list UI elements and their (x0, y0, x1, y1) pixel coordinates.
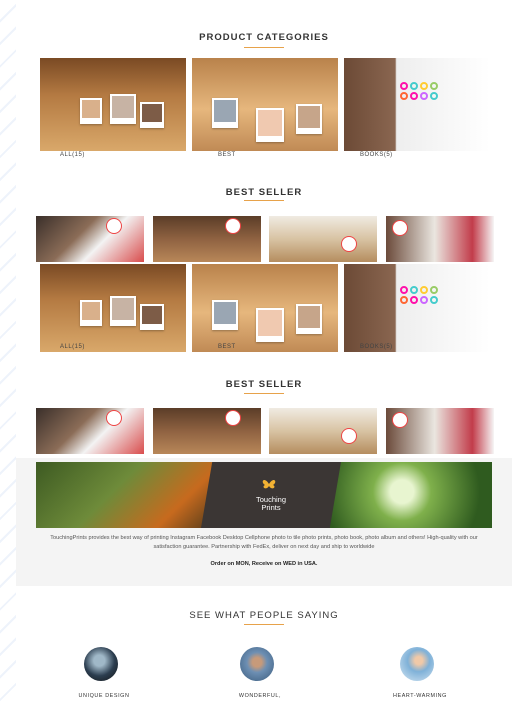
price-badge (225, 218, 241, 234)
product-tile-prints[interactable] (36, 408, 144, 454)
category-tile-all-repeat[interactable] (40, 264, 186, 352)
avatar (84, 647, 118, 681)
butterfly-logo-icon (262, 480, 276, 489)
price-badge (341, 428, 357, 444)
price-badge (106, 410, 122, 426)
category-label-all[interactable]: ALL(15) (60, 152, 85, 158)
price-badge (225, 410, 241, 426)
page-frame: PRODUCT CATEGORIES ALL(15) BEST BOOKS(5)… (0, 0, 512, 704)
categories-heading: PRODUCT CATEGORIES (199, 32, 329, 43)
heading-divider (244, 624, 284, 625)
product-tile-box[interactable] (153, 216, 261, 262)
best-seller-heading: BEST SELLER (225, 187, 303, 198)
testimonial-title: HEART-WARMING (393, 693, 447, 699)
avatar (240, 647, 274, 681)
category-tile-best[interactable] (192, 58, 338, 151)
donut-photos (400, 82, 438, 100)
testimonial-title: WONDERFUL, (238, 693, 282, 699)
banner-description: TouchingPrints provides the best way of … (50, 535, 478, 550)
category-label-books[interactable]: BOOKS(5) (360, 152, 393, 158)
category-label-best[interactable]: BEST (218, 152, 236, 158)
donut-photos (400, 286, 438, 304)
category-tile-books[interactable] (344, 58, 490, 151)
product-tile-book-box[interactable] (269, 216, 377, 262)
product-tile-book-box[interactable] (269, 408, 377, 454)
price-badge (106, 218, 122, 234)
category-label-all[interactable]: ALL(15) (60, 344, 85, 350)
heading-divider (244, 200, 284, 201)
category-tile-books-repeat[interactable] (344, 264, 490, 352)
heading-divider (244, 47, 284, 48)
product-tile-box[interactable] (153, 408, 261, 454)
product-tile-album[interactable] (386, 216, 494, 262)
product-tile-album[interactable] (386, 408, 494, 454)
product-tile-prints[interactable] (36, 216, 144, 262)
testimonial-title: UNIQUE DESIGN (78, 693, 130, 699)
order-note: Order on MON, Receive on WED in USA. (210, 561, 318, 567)
avatar (400, 647, 434, 681)
price-badge (392, 412, 408, 428)
page-content: PRODUCT CATEGORIES ALL(15) BEST BOOKS(5)… (16, 0, 512, 704)
category-label-best[interactable]: BEST (218, 344, 236, 350)
logo-text-prints: Prints (261, 503, 281, 512)
heading-divider (244, 393, 284, 394)
best-seller-heading-2: BEST SELLER (225, 379, 303, 390)
brand-logo-panel[interactable]: Touching Prints (201, 462, 341, 528)
testimonials-heading: SEE WHAT PEOPLE SAYING (189, 610, 339, 621)
category-tile-all[interactable] (40, 58, 186, 151)
category-tile-best-repeat[interactable] (192, 264, 338, 352)
promo-banner: Touching Prints TouchingPrints provides … (16, 458, 512, 586)
price-badge (392, 220, 408, 236)
category-label-books[interactable]: BOOKS(5) (360, 344, 393, 350)
price-badge (341, 236, 357, 252)
